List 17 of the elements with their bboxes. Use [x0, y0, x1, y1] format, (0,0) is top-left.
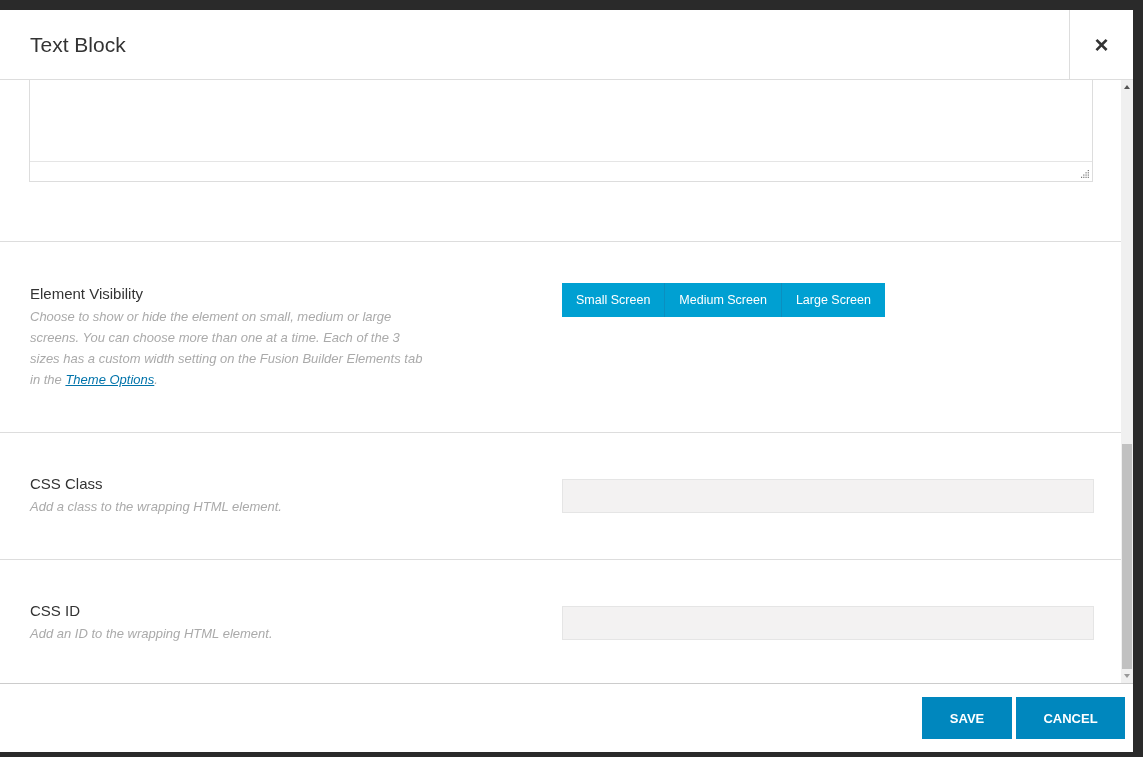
field-label: CSS ID	[30, 602, 81, 619]
text-input[interactable]	[562, 479, 1094, 513]
screen-size-toggle[interactable]: Medium Screen	[665, 283, 782, 317]
modal-title: Text Block	[29, 31, 127, 58]
text-input[interactable]	[562, 606, 1094, 640]
cancel-button[interactable]: CANCEL	[1016, 697, 1125, 739]
save-button[interactable]: SAVE	[922, 697, 1012, 739]
resize-grip-icon[interactable]	[1081, 170, 1090, 179]
field-description: Add an ID to the wrapping HTML element.	[30, 625, 274, 643]
field-description: Add a class to the wrapping HTML element.	[30, 498, 283, 516]
screen-size-toggle[interactable]: Large Screen	[781, 283, 885, 317]
screen-size-toggle[interactable]: Small Screen	[562, 283, 666, 317]
scrollbar-thumb[interactable]	[1122, 443, 1132, 669]
field-label: Element Visibility	[30, 284, 145, 302]
field-label: CSS Class	[30, 475, 104, 492]
field-description: Choose to show or hide the element on small, medium or large screens. You can choose more than one at a time. Each of the 3 sizes has a custom width setting on the Fusion Builder Elements tab in the Theme Options.	[30, 307, 424, 389]
scrollbar[interactable]	[1121, 80, 1133, 683]
